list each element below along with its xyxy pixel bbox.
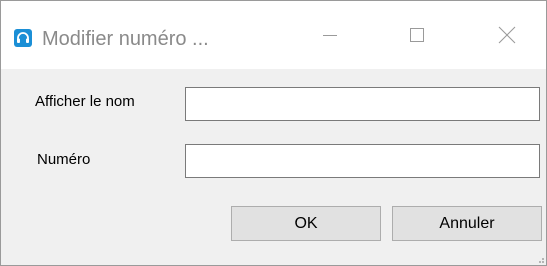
number-label: Numéro	[37, 151, 91, 168]
close-icon	[498, 26, 516, 44]
window-title: Modifier numéro ...	[42, 28, 209, 50]
ok-button[interactable]: OK	[231, 206, 381, 241]
resize-grip-icon[interactable]	[535, 254, 545, 264]
display-name-label: Afficher le nom	[35, 93, 135, 110]
close-button[interactable]	[472, 1, 542, 69]
number-input[interactable]	[185, 144, 540, 178]
cancel-button[interactable]: Annuler	[392, 206, 542, 241]
maximize-button[interactable]	[382, 1, 452, 69]
maximize-icon	[410, 28, 424, 42]
minimize-button[interactable]	[295, 1, 365, 69]
dialog-body: Afficher le nom Numéro OK Annuler	[1, 69, 546, 265]
dialog-window: Modifier numéro ... Afficher le nom Numé…	[0, 0, 547, 266]
headset-icon	[14, 29, 32, 47]
title-bar[interactable]: Modifier numéro ...	[1, 1, 546, 69]
display-name-input[interactable]	[185, 87, 540, 121]
minimize-icon	[323, 35, 337, 36]
